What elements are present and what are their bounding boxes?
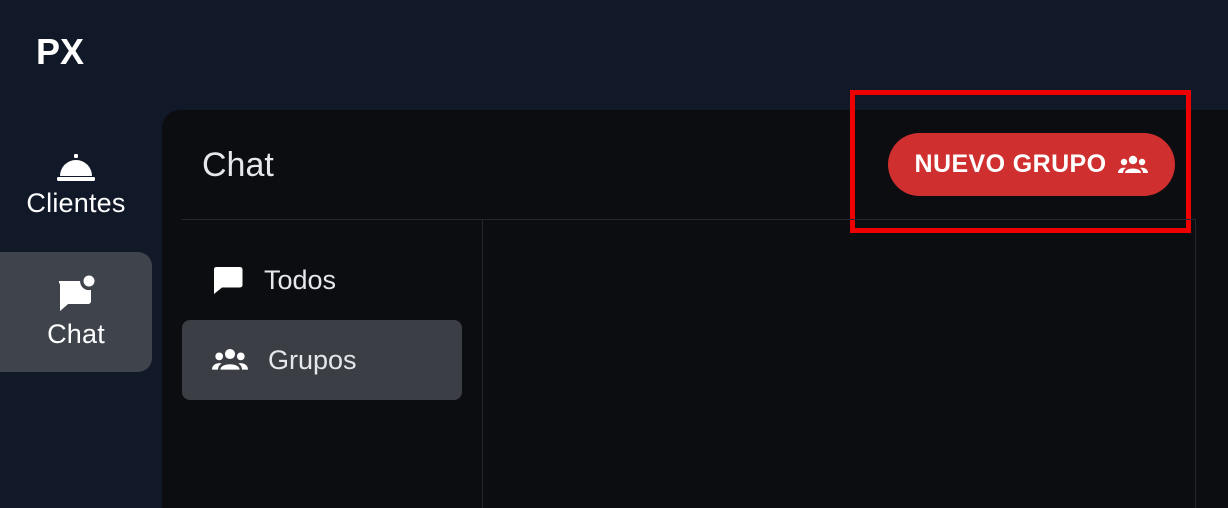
bell-service-icon [57, 152, 95, 182]
filter-item-todos[interactable]: Todos [182, 240, 462, 320]
chat-panel: Chat NUEVO GRUPO Todos Grupos [162, 90, 1228, 508]
filter-item-label: Grupos [268, 344, 357, 375]
filter-item-grupos[interactable]: Grupos [182, 320, 462, 400]
chat-bubble-icon [212, 264, 244, 296]
new-group-button[interactable]: NUEVO GRUPO [888, 133, 1175, 196]
filter-item-label: Todos [264, 264, 337, 295]
sidebar-item-label: Clientes [26, 187, 126, 218]
page-title: Chat [202, 146, 274, 184]
sidebar-item-chat[interactable]: Chat [0, 252, 152, 372]
header-divider [182, 219, 1196, 220]
app-logo[interactable]: PX [36, 26, 108, 90]
list-divider [482, 220, 483, 508]
sidebar-item-label: Chat [47, 318, 105, 349]
chat-notification-icon [56, 275, 96, 313]
group-icon [1118, 155, 1149, 175]
app-root: PX Clientes Chat Chat NUEVO GRUPO Todos … [0, 0, 1228, 508]
group-icon [212, 348, 248, 372]
sidebar-item-clientes[interactable]: Clientes [0, 130, 152, 240]
px-logo-icon: PX [36, 31, 84, 72]
content-divider [1195, 220, 1196, 508]
logo-text: PX [36, 31, 84, 72]
new-group-label: NUEVO GRUPO [914, 150, 1107, 178]
